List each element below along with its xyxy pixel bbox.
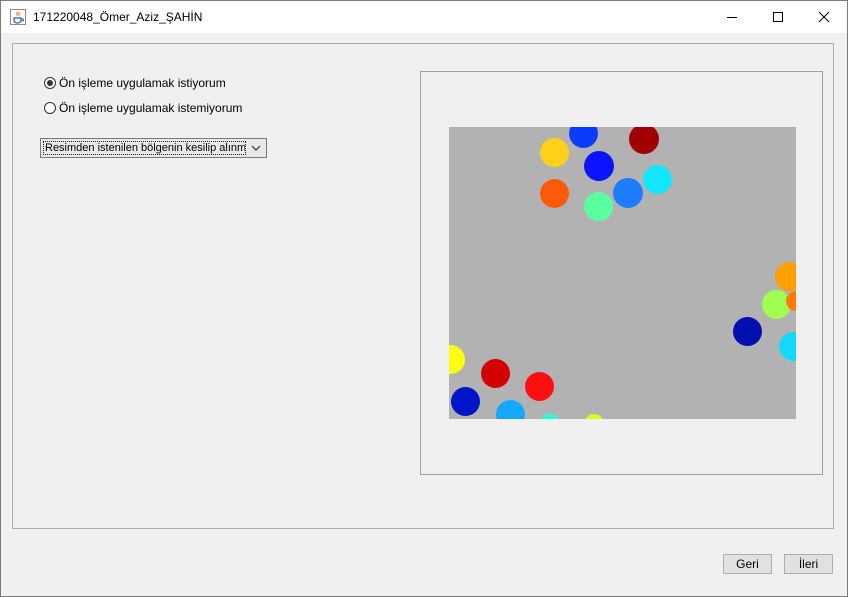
close-button[interactable] bbox=[801, 1, 847, 33]
chevron-down-icon bbox=[251, 145, 261, 151]
radio-label: Ön işleme uygulamak istemiyorum bbox=[59, 101, 243, 115]
window-title: 171220048_Ömer_Aziz_ŞAHİN bbox=[33, 10, 203, 24]
maximize-button[interactable] bbox=[755, 1, 801, 33]
colored-dot bbox=[449, 345, 465, 374]
colored-dot bbox=[643, 165, 672, 194]
app-window: 171220048_Ömer_Aziz_ŞAHİN Ön işleme uygu… bbox=[0, 0, 848, 597]
title-bar[interactable]: 171220048_Ömer_Aziz_ŞAHİN bbox=[1, 1, 847, 33]
image-preview bbox=[449, 127, 796, 419]
close-icon bbox=[818, 11, 830, 23]
colored-dot bbox=[481, 359, 510, 388]
colored-dot bbox=[775, 262, 796, 291]
combobox-value: Resimden istenilen bölgenin kesilip alın… bbox=[43, 141, 246, 155]
colored-dot bbox=[525, 372, 554, 401]
radio-button-unchecked[interactable] bbox=[44, 102, 56, 114]
colored-dot bbox=[613, 178, 643, 208]
next-button[interactable]: İleri bbox=[784, 554, 833, 574]
colored-dot bbox=[496, 400, 525, 419]
main-panel: Ön işleme uygulamak istiyorum Ön işleme … bbox=[12, 43, 834, 529]
colored-dot bbox=[584, 151, 614, 181]
colored-dot bbox=[584, 414, 604, 419]
colored-dot bbox=[779, 332, 796, 361]
operation-combobox[interactable]: Resimden istenilen bölgenin kesilip alın… bbox=[40, 138, 267, 158]
minimize-icon bbox=[727, 17, 737, 18]
colored-dot bbox=[584, 192, 613, 221]
image-preview-panel bbox=[420, 71, 823, 475]
colored-dot bbox=[733, 317, 762, 346]
radio-label: Ön işleme uygulamak istiyorum bbox=[59, 76, 226, 90]
radio-apply-preprocessing[interactable]: Ön işleme uygulamak istiyorum bbox=[44, 76, 226, 90]
minimize-button[interactable] bbox=[709, 1, 755, 33]
colored-dot bbox=[540, 414, 560, 419]
maximize-icon bbox=[773, 12, 783, 22]
colored-dot bbox=[451, 387, 480, 416]
colored-dot bbox=[569, 127, 598, 148]
colored-dot bbox=[540, 179, 569, 208]
java-cup-icon bbox=[10, 9, 26, 25]
colored-dot bbox=[540, 138, 569, 167]
radio-no-preprocessing[interactable]: Ön işleme uygulamak istemiyorum bbox=[44, 101, 242, 115]
radio-button-checked[interactable] bbox=[44, 77, 56, 89]
back-button[interactable]: Geri bbox=[723, 554, 772, 574]
colored-dot bbox=[629, 127, 659, 154]
